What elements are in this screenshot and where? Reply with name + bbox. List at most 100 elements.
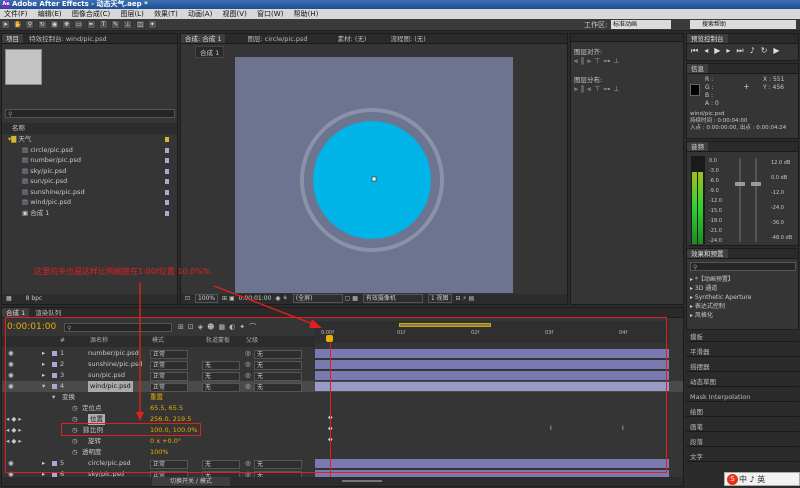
toggle-pixel-icon[interactable]: ⊟ [455,295,460,302]
list-item[interactable]: ▸ 风格化 [690,311,751,320]
menu-layer[interactable]: 图层(L) [116,9,147,19]
right-volume-slider[interactable] [755,158,757,242]
list-item[interactable]: ▤ sun/pic.psd [2,176,177,187]
next-frame-icon[interactable]: ▸ [726,46,736,55]
list-item[interactable]: ▤ wind/pic.psd [2,197,177,208]
align-bottom-icon[interactable]: ⊥ [613,57,622,65]
effects-search-input[interactable]: ⚲ [690,262,796,271]
list-item[interactable]: ▸ Synthetic Aperture [690,293,751,302]
selection-tool-icon[interactable]: ➤ [1,20,10,29]
tab-effect-controls[interactable]: 特效控制台: wind/pic.psd [25,34,111,43]
bpc-label[interactable]: 8 bpc [26,295,43,302]
panel-smoother[interactable]: 平滑器 [686,347,799,357]
tab-preview[interactable]: 预览控制台 [687,34,728,43]
distribute-hcenter-icon[interactable]: ⊶ [603,85,613,93]
tab-audio[interactable]: 音频 [687,142,708,151]
pen-tool-icon[interactable]: ✒ [86,20,96,29]
align-left-icon[interactable]: ⫷ [574,57,581,65]
stamp-tool-icon[interactable]: ⊥ [123,20,133,29]
brush-tool-icon[interactable]: ✎ [111,20,121,29]
align-top-icon[interactable]: ⊤ [594,57,603,65]
always-preview-icon[interactable]: ⊡ [185,295,190,302]
list-item[interactable]: ▸ *【动画预置】 [690,275,751,284]
distribute-left-icon[interactable]: ⊤ [594,85,603,93]
play-icon[interactable]: ▶ [714,46,726,55]
tab-info[interactable]: 信息 [687,64,708,73]
list-item[interactable]: ▣ 合成 1 [2,208,177,219]
list-item[interactable]: ▤ sky/pic.psd [2,166,177,177]
channel-icon[interactable]: ⚘ [282,295,287,302]
first-frame-icon[interactable]: ⏮ [691,46,704,55]
tab-footage[interactable]: 素材: (无) [334,34,371,43]
audio-icon[interactable]: ♪ [750,46,761,55]
text-tool-icon[interactable]: T [98,20,108,29]
zoom-select[interactable]: 100% [194,294,219,303]
panel-paint[interactable]: 绘图 [686,407,799,417]
panel-character[interactable]: 文字 [686,452,799,462]
ram-preview-icon[interactable]: ▶ [773,46,785,55]
prev-frame-icon[interactable]: ◂ [704,46,714,55]
region-icon[interactable]: ▢ [345,295,351,302]
list-item[interactable]: ▤ circle/pic.psd [2,145,177,156]
transparency-grid-icon[interactable]: ▦ [352,295,358,302]
menu-help[interactable]: 帮助(H) [290,9,323,19]
panel-paragraph[interactable]: 段落 [686,437,799,447]
panel-brushes[interactable]: 画笔 [686,422,799,432]
distribute-right-icon[interactable]: ⊥ [613,85,622,93]
left-volume-slider[interactable] [739,158,741,242]
eraser-tool-icon[interactable]: ◫ [135,20,145,29]
snapshot-icon[interactable]: ◉ [275,295,280,302]
view-layout-select[interactable]: 1 视图 [427,294,452,303]
list-item[interactable]: ▤ number/pic.psd [2,155,177,166]
rectangle-tool-icon[interactable]: ▭ [74,20,84,29]
timecode-display[interactable]: 0:00:01:00 [239,295,272,302]
resolution-select[interactable]: (全屏) [292,294,343,303]
pan-behind-tool-icon[interactable]: ✥ [62,20,72,29]
search-help-input[interactable]: 搜索帮助 [690,20,796,29]
tab-layer[interactable]: 图层: circle/pic.psd [244,34,312,43]
menu-file[interactable]: 文件(F) [0,9,32,19]
tab-composition[interactable]: 合成: 合成 1 [181,34,226,43]
tab-flowchart[interactable]: 流程图: (无) [386,34,429,43]
last-frame-icon[interactable]: ⏭ [736,46,749,55]
distribute-top-icon[interactable]: ⫸ [574,85,581,93]
panel-wiggler[interactable]: 摇摆器 [686,362,799,372]
timeline-icon[interactable]: ▤ [469,295,475,302]
comp-viewer[interactable] [235,57,513,293]
project-search-input[interactable]: ⚲ [5,109,175,118]
workspace-select[interactable]: 标准动画 [611,20,671,29]
ime-toolbar[interactable]: S 中 ♪ 英 [724,472,800,486]
loop-icon[interactable]: ↻ [761,46,774,55]
zoom-slider[interactable] [342,480,382,482]
right-volume-handle[interactable] [751,182,761,186]
trash-icon[interactable]: ▦ [6,295,12,302]
rotate-tool-icon[interactable]: ↻ [37,20,47,29]
list-item[interactable]: ▾▇ 天气 [2,134,177,145]
menu-window[interactable]: 窗口(W) [253,9,287,19]
left-volume-handle[interactable] [735,182,745,186]
fast-preview-icon[interactable]: ⚡ [462,295,466,302]
panel-mask-interpolation[interactable]: Mask Interpolation [686,392,799,402]
tab-effects-presets[interactable]: 效果和预置 [687,249,728,258]
zoom-tool-icon[interactable]: ⚲ [25,20,35,29]
list-item[interactable]: ▤ sunshine/pic.psd [2,187,177,198]
list-item[interactable]: ▸ 表达式控制 [690,302,751,311]
toggle-switches-modes-button[interactable]: 切换开关 / 模式 [152,477,230,486]
menu-effect[interactable]: 效果(T) [150,9,182,19]
tab-project[interactable]: 项目 [2,34,23,43]
safe-margins-icon[interactable]: ⊞ [222,295,227,302]
menu-composition[interactable]: 图像合成(C) [68,9,114,19]
mask-icon[interactable]: ▣ [229,295,235,302]
list-item[interactable]: ▸ 3D 通道 [690,284,751,293]
menu-edit[interactable]: 编辑(E) [34,9,66,19]
menu-animation[interactable]: 动画(A) [184,9,216,19]
panel-wiggler-templates[interactable]: 摸板 [686,332,799,342]
camera-select[interactable]: 有效摄像机 [362,294,423,303]
camera-tool-icon[interactable]: ◉ [49,20,59,29]
menu-view[interactable]: 视图(V) [219,9,251,19]
puppet-tool-icon[interactable]: ✦ [147,20,157,29]
hand-tool-icon[interactable]: ✋ [13,20,23,29]
align-vcenter-icon[interactable]: ⊶ [603,57,613,65]
comp-subtab[interactable]: 合成 1 [195,46,225,58]
panel-motion-sketch[interactable]: 动态草图 [686,377,799,387]
